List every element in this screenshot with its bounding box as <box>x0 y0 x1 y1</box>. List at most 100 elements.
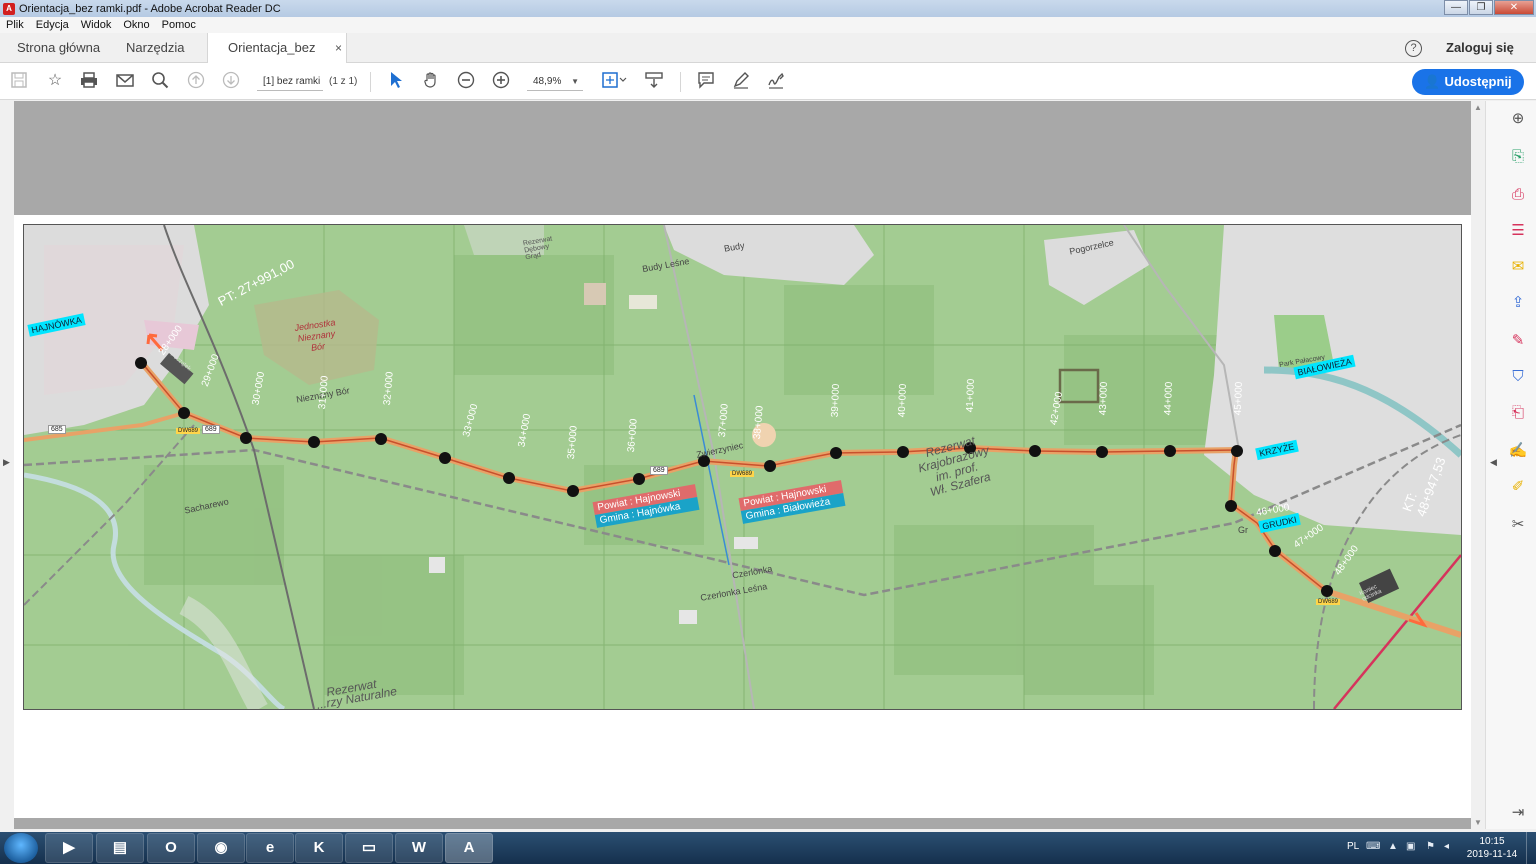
page-down-icon[interactable] <box>221 71 241 91</box>
internet-explorer-icon[interactable]: e <box>246 833 294 863</box>
clock[interactable]: 10:15 2019-11-14 <box>1466 835 1518 861</box>
action-center-icon[interactable]: ⚑ <box>1426 841 1435 852</box>
chevron-down-icon: ▼ <box>571 77 579 86</box>
menu-file[interactable]: Plik <box>6 19 24 31</box>
menu-view[interactable]: Widok <box>81 19 112 31</box>
toolbar-divider <box>680 72 681 92</box>
chainage-label: 44+000 <box>1162 381 1175 416</box>
tab-document[interactable]: Orientacja_bez ram... × <box>207 33 347 85</box>
menu-edit[interactable]: Edycja <box>36 19 69 31</box>
bookmark-star-icon[interactable]: ☆ <box>45 71 65 91</box>
zoom-select[interactable]: 48,9% ▼ <box>527 73 583 91</box>
scroll-down-icon[interactable]: ▼ <box>1474 818 1482 827</box>
chevron-left-icon[interactable]: ◀ <box>1490 457 1497 468</box>
road-badge: 689 <box>650 466 668 475</box>
add-user-icon: 👤 <box>1424 74 1441 89</box>
organize-pages-icon[interactable]: ☰ <box>1508 221 1528 241</box>
sign-icon[interactable] <box>766 71 786 91</box>
tools-wrench-icon[interactable]: ✂ <box>1508 515 1528 535</box>
road-badge: DW689 <box>730 471 755 477</box>
highlight-pen-icon[interactable] <box>731 71 751 91</box>
left-panel-toggle[interactable]: ▶ <box>0 101 14 829</box>
menu-window[interactable]: Okno <box>123 19 149 31</box>
protect-icon[interactable]: ⛉ <box>1508 367 1528 387</box>
windows-taskbar: ▶ ▤ O ◉ e K ▭ W A PL ⌨ ▲ ▣ ⚑ ◂ 10:15 201… <box>0 832 1536 864</box>
window-title: Orientacja_bez ramki.pdf - Adobe Acrobat… <box>19 2 281 15</box>
zoom-in-icon[interactable] <box>491 71 511 91</box>
toolbar-divider <box>370 72 371 92</box>
page-count: (1 z 1) <box>329 76 358 87</box>
tab-home[interactable]: Strona główna <box>17 33 100 63</box>
share-label: Udostępnij <box>1444 74 1512 89</box>
document-viewport[interactable]: HAJNÓWKA BIAŁOWIEŻA KRZYŻE GRUDKI Budy B… <box>14 101 1471 829</box>
select-arrow-icon[interactable] <box>386 71 406 91</box>
zoom-tool-icon[interactable]: ⊕ <box>1508 109 1528 129</box>
menu-bar: Plik Edycja Widok Okno Pomoc <box>0 17 1536 33</box>
create-pdf-icon[interactable]: ⎘ <box>1508 147 1528 167</box>
file-explorer-icon[interactable]: ▤ <box>96 833 144 863</box>
road-badge: 685 <box>48 425 66 434</box>
chainage-label: 41+000 <box>964 378 977 413</box>
scroll-mode-icon[interactable] <box>644 71 664 91</box>
pdf-file-icon[interactable]: ⎗ <box>1508 403 1528 423</box>
clock-time: 10:15 <box>1479 836 1505 847</box>
word-icon[interactable]: W <box>395 833 443 863</box>
share-button[interactable]: 👤 Udostępnij <box>1412 69 1524 95</box>
maximize-button[interactable]: ❐ <box>1469 0 1493 15</box>
chainage-label: 43+000 <box>1097 381 1110 416</box>
chevron-right-icon: ▶ <box>3 457 10 467</box>
zoom-value: 48,9% <box>533 76 562 87</box>
vertical-scrollbar[interactable]: ▲ ▼ <box>1471 101 1485 829</box>
k-app-icon[interactable]: K <box>295 833 343 863</box>
fit-page-icon[interactable] <box>600 71 628 91</box>
export-pdf-icon[interactable]: ⎙ <box>1508 185 1528 205</box>
edit-pdf-icon[interactable]: ✐ <box>1508 477 1528 497</box>
signin-link[interactable]: Zaloguj się <box>1446 40 1514 55</box>
show-hidden-icons-icon[interactable]: ▲ <box>1388 841 1398 852</box>
place-label: Gr <box>1238 525 1248 535</box>
fill-sign-icon[interactable]: ✎ <box>1508 331 1528 351</box>
comment-tool-icon[interactable]: ✉ <box>1508 257 1528 277</box>
right-tools-panel: ◀ ⊕ ⎘ ⎙ ☰ ✉ ⇪ ✎ ⛉ ⎗ ✍ ✐ ✂ ⇥ <box>1485 101 1536 829</box>
tab-bar: Strona główna Narzędzia Orientacja_bez r… <box>0 33 1536 85</box>
network-icon[interactable]: ▣ <box>1406 841 1415 852</box>
close-window-button[interactable]: ✕ <box>1494 0 1534 15</box>
hand-icon[interactable] <box>421 71 441 91</box>
print-icon[interactable] <box>79 71 99 91</box>
help-icon[interactable]: ? <box>1405 40 1422 57</box>
road-badge: 689 <box>202 425 220 434</box>
clock-date: 2019-11-14 <box>1466 849 1518 860</box>
send-for-review-icon[interactable]: ⇪ <box>1508 293 1528 313</box>
email-icon[interactable] <box>115 71 135 91</box>
chainage-label: 40+000 <box>896 383 909 418</box>
page-up-icon[interactable] <box>186 71 206 91</box>
road-badge: DW689 <box>1316 599 1341 605</box>
chainage-label: 39+000 <box>829 383 842 418</box>
keyboard-icon[interactable]: ⌨ <box>1366 841 1380 852</box>
folder-icon[interactable]: ▭ <box>345 833 393 863</box>
outlook-icon[interactable]: O <box>147 833 195 863</box>
comment-icon[interactable] <box>696 71 716 91</box>
chainage-label: 45+000 <box>1232 381 1245 416</box>
expand-panel-icon[interactable]: ⇥ <box>1508 803 1528 823</box>
acrobat-icon[interactable]: A <box>445 833 493 863</box>
start-button[interactable] <box>4 833 38 863</box>
menu-help[interactable]: Pomoc <box>162 19 196 31</box>
zoom-out-icon[interactable] <box>456 71 476 91</box>
tab-close-icon[interactable]: × <box>335 33 342 63</box>
save-icon[interactable] <box>9 71 29 91</box>
media-player-icon[interactable]: ▶ <box>45 833 93 863</box>
tab-tools[interactable]: Narzędzia <box>126 33 185 63</box>
window-title-bar: A Orientacja_bez ramki.pdf - Adobe Acrob… <box>0 0 1536 17</box>
road-badge: DW689 <box>176 428 201 434</box>
chrome-icon[interactable]: ◉ <box>197 833 245 863</box>
volume-icon[interactable]: ◂ <box>1444 841 1449 852</box>
sign-tool-icon[interactable]: ✍ <box>1508 441 1528 461</box>
language-indicator[interactable]: PL <box>1347 841 1359 852</box>
page-number-input[interactable]: [1] bez ramki <box>257 73 323 91</box>
search-icon[interactable] <box>150 71 170 91</box>
minimize-button[interactable]: — <box>1444 0 1468 15</box>
scroll-up-icon[interactable]: ▲ <box>1474 103 1482 112</box>
show-desktop-button[interactable] <box>1526 832 1536 864</box>
acrobat-app-icon: A <box>3 2 15 15</box>
